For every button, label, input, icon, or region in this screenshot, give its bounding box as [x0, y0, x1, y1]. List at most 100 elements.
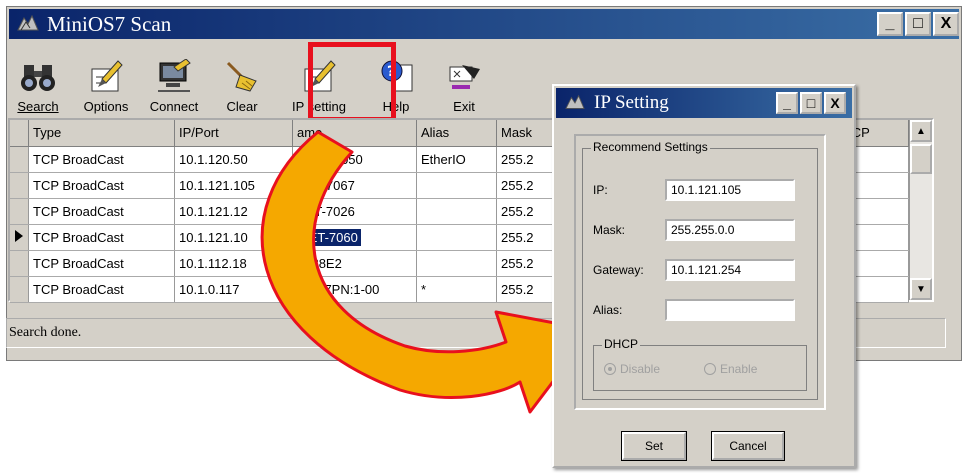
column-header-type[interactable]: Type — [28, 120, 175, 147]
dhcp-group-label: DHCP — [602, 337, 641, 351]
cell-mask: 255.2 — [496, 198, 557, 225]
current-row-pointer-icon — [10, 224, 29, 251]
cell-type: TCP BroadCast — [28, 172, 175, 199]
main-title-bar[interactable]: MiniOS7 Scan _ □ X — [9, 9, 959, 39]
cell-alias — [416, 198, 497, 225]
dialog-minimize-button[interactable]: _ — [776, 92, 798, 114]
cell-mask: 255.2 — [496, 146, 557, 173]
cell-alias — [416, 224, 497, 251]
cell-type: TCP BroadCast — [28, 250, 175, 277]
cell-mask: 255.2 — [496, 224, 557, 251]
ip-setting-highlight-box — [308, 42, 396, 122]
selected-name-text: PET-7060 — [297, 228, 361, 246]
mask-label: Mask: — [593, 223, 626, 237]
cell-mask: 255.2 — [496, 276, 557, 303]
cell-name-selected[interactable]: PET-7060 — [292, 224, 417, 251]
maximize-button[interactable]: □ — [905, 12, 931, 36]
dialog-close-button[interactable]: X — [824, 92, 846, 114]
connect-button[interactable]: Connect — [140, 38, 208, 118]
column-header-ip-port[interactable]: IP/Port — [174, 120, 293, 147]
gateway-label: Gateway: — [593, 263, 644, 277]
set-button[interactable]: Set — [621, 431, 687, 461]
clear-label: Clear — [226, 99, 258, 114]
column-header-name[interactable]: ame — [292, 120, 417, 147]
exit-icon — [449, 65, 480, 89]
toolbar: Search Options Connect Clear IP setting … — [4, 38, 498, 118]
cell-alias — [416, 250, 497, 277]
broom-icon — [226, 61, 257, 92]
column-header-mask[interactable]: Mask — [496, 120, 557, 147]
cell-name: PETL-7050 — [292, 146, 417, 173]
ip-setting-dialog: IP Setting _ □ X Recommend Settings IP: … — [552, 84, 856, 468]
vertical-scrollbar[interactable]: ▲ ▼ — [909, 120, 932, 300]
row-indicator — [10, 250, 29, 277]
cell-ip: 10.1.0.117 — [174, 276, 293, 303]
cell-type: TCP BroadCast — [28, 146, 175, 173]
alias-field[interactable] — [665, 299, 795, 321]
options-label: Options — [83, 99, 129, 114]
dialog-maximize-button[interactable]: □ — [800, 92, 822, 114]
row-indicator — [10, 198, 29, 225]
cell-type: TCP BroadCast — [28, 198, 175, 225]
clear-button[interactable]: Clear — [208, 38, 276, 118]
cell-name: 7188E2 — [292, 250, 417, 277]
scroll-thumb[interactable] — [910, 144, 932, 174]
cell-mask: 255.2 — [496, 172, 557, 199]
exit-button[interactable]: Exit — [430, 38, 498, 118]
dialog-app-icon — [562, 92, 588, 114]
connect-icon — [158, 59, 191, 92]
recommend-settings-group: Recommend Settings IP: 10.1.121.105 Mask… — [582, 140, 818, 400]
scroll-down-button[interactable]: ▼ — [910, 278, 932, 300]
recommend-settings-label: Recommend Settings — [591, 140, 710, 154]
dialog-panel: Recommend Settings IP: 10.1.121.105 Mask… — [574, 134, 826, 410]
cell-ip: 10.1.121.12 — [174, 198, 293, 225]
status-text: Search done. — [9, 325, 82, 340]
app-icon — [15, 13, 41, 35]
scroll-down-arrow-icon: ▼ — [916, 283, 926, 295]
cell-type: TCP BroadCast — [28, 276, 175, 303]
dhcp-enable-radio[interactable]: Enable — [704, 362, 757, 376]
minimize-button[interactable]: _ — [877, 12, 903, 36]
column-header-alias[interactable]: Alias — [416, 120, 497, 147]
dhcp-disable-label: Disable — [620, 362, 661, 376]
cell-name: PET-7026 — [292, 198, 417, 225]
scroll-up-button[interactable]: ▲ — [910, 120, 932, 142]
row-indicator — [10, 172, 29, 199]
alias-label: Alias: — [593, 303, 623, 317]
options-icon — [91, 60, 123, 92]
mask-field[interactable]: 255.255.0.0 — [665, 219, 795, 241]
cell-ip: 10.1.121.105 — [174, 172, 293, 199]
connect-label: Connect — [149, 99, 199, 114]
cancel-button[interactable]: Cancel — [711, 431, 785, 461]
search-button[interactable]: Search — [4, 38, 72, 118]
dhcp-enable-label: Enable — [720, 362, 758, 376]
cell-alias: EtherIO — [416, 146, 497, 173]
dialog-title-bar[interactable]: IP Setting _ □ X — [556, 88, 852, 118]
search-label: Search — [17, 99, 59, 114]
radio-unselected-icon — [704, 363, 716, 375]
cell-alias: * — [416, 276, 497, 303]
main-window-title: MiniOS7 Scan — [47, 11, 172, 36]
cell-ip: 10.1.112.18 — [174, 250, 293, 277]
cell-ip: 10.1.121.10 — [174, 224, 293, 251]
close-button[interactable]: X — [933, 12, 959, 36]
gateway-field[interactable]: 10.1.121.254 — [665, 259, 795, 281]
dhcp-group: DHCP Disable Enable — [593, 337, 807, 391]
exit-label: Exit — [453, 99, 475, 114]
cell-mask: 255.2 — [496, 250, 557, 277]
radio-selected-icon — [604, 363, 616, 375]
cell-name: ET-87PN:1-00 — [292, 276, 417, 303]
scroll-up-arrow-icon: ▲ — [916, 125, 926, 137]
row-indicator — [10, 146, 29, 173]
ip-label: IP: — [593, 183, 608, 197]
dhcp-disable-radio[interactable]: Disable — [604, 362, 660, 376]
cell-name: PET-7067 — [292, 172, 417, 199]
cell-alias — [416, 172, 497, 199]
row-indicator-header — [10, 120, 29, 147]
cell-ip: 10.1.120.50 — [174, 146, 293, 173]
cell-type: TCP BroadCast — [28, 224, 175, 251]
dialog-title: IP Setting — [594, 92, 669, 113]
ip-field[interactable]: 10.1.121.105 — [665, 179, 795, 201]
options-button[interactable]: Options — [72, 38, 140, 118]
row-indicator — [10, 276, 29, 303]
